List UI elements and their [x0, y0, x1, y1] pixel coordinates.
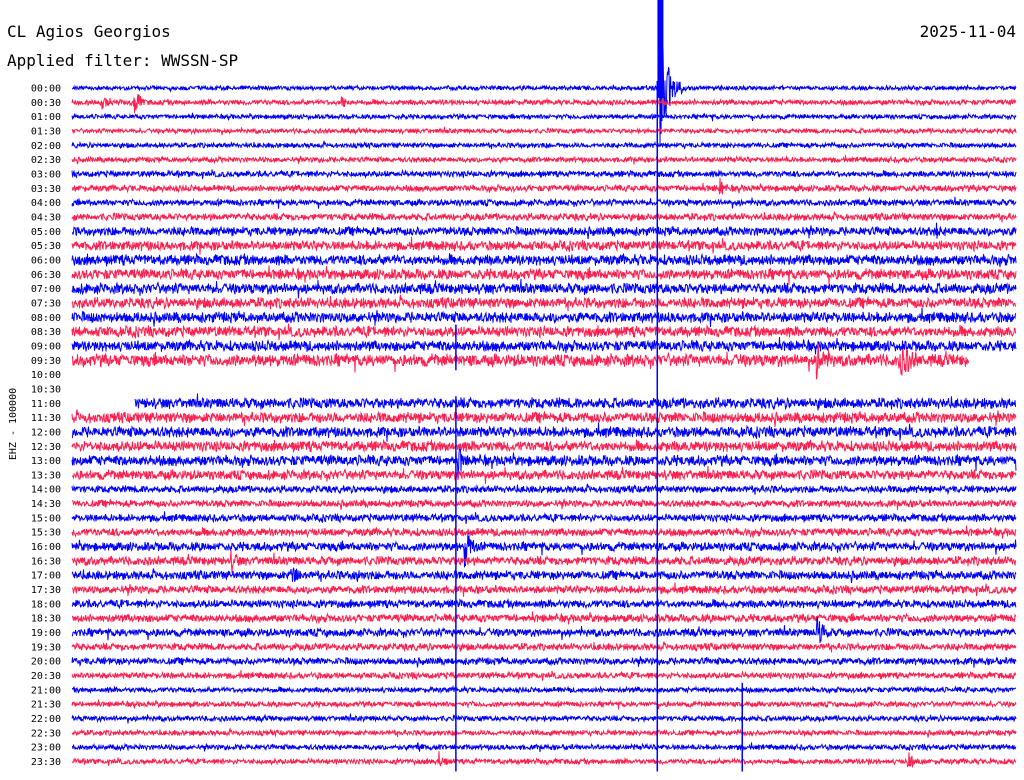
- row-time-label: 13:30: [31, 470, 61, 481]
- row-time-label: 05:30: [31, 241, 61, 252]
- trace-row-0130: [71, 126, 1017, 136]
- event-burst-mark: [657, 0, 664, 98]
- trace-row-0100: [71, 112, 1017, 122]
- trace-row-0830: [71, 323, 1017, 341]
- row-time-label: 23:00: [31, 743, 61, 754]
- helicorder-plot: 00:00 00:30 01:00 01:30 02:00 02:30 03:00 03:30…: [8, 0, 1017, 772]
- trace-row-2030: [71, 669, 1017, 681]
- row-time-label: 06:00: [31, 255, 61, 266]
- row-time-label: 02:00: [31, 141, 61, 152]
- trace-group: [71, 35, 1017, 769]
- row-time-label: 07:30: [31, 298, 61, 309]
- trace-row-0330: [71, 177, 1017, 195]
- trace-row-1530: [71, 525, 1017, 539]
- date-label: 2025-11-04: [919, 22, 1016, 41]
- trace-row-2300: [71, 742, 1017, 753]
- row-time-label: 11:30: [31, 413, 61, 424]
- trace-row-1930: [71, 641, 1017, 653]
- row-time-label: 12:30: [31, 442, 61, 453]
- trace-row-1230: [71, 438, 1017, 453]
- row-time-label: 19:00: [31, 628, 61, 639]
- trace-row-1500: [71, 511, 1017, 524]
- row-time-label: 12:00: [31, 427, 61, 438]
- row-time-label: 17:00: [31, 571, 61, 582]
- row-time-label: 18:00: [31, 599, 61, 610]
- trace-row-1630: [71, 549, 1017, 574]
- trace-row-1430: [71, 498, 1017, 511]
- row-time-label: 09:00: [31, 341, 61, 352]
- row-time-label: 01:00: [31, 112, 61, 123]
- trace-row-0400: [71, 196, 1017, 209]
- row-time-label: 16:30: [31, 556, 61, 567]
- trace-row-0600: [71, 252, 1017, 268]
- row-time-label: 20:30: [31, 671, 61, 682]
- row-time-label: 22:30: [31, 728, 61, 739]
- trace-row-0800: [71, 307, 1017, 328]
- trace-row-0500: [71, 222, 1017, 240]
- trace-row-1330: [71, 465, 1017, 484]
- trace-row-2130: [71, 699, 1017, 710]
- row-label-group: 00:00 00:30 01:00 01:30 02:00 02:30 03:00 03:30…: [31, 84, 61, 769]
- trace-row-0430: [71, 211, 1017, 223]
- row-time-label: 15:30: [31, 528, 61, 539]
- trace-row-1700: [71, 567, 1017, 584]
- row-time-label: 03:00: [31, 169, 61, 180]
- trace-row-0230: [71, 154, 1017, 165]
- row-time-label: 16:00: [31, 542, 61, 553]
- trace-row-2200: [71, 713, 1017, 724]
- row-time-label: 10:30: [31, 384, 61, 395]
- row-time-label: 00:00: [31, 84, 61, 95]
- trace-row-0900: [71, 336, 1017, 355]
- trace-row-1200: [71, 422, 1017, 442]
- trace-row-0730: [71, 294, 1017, 312]
- trace-row-0630: [71, 265, 1017, 285]
- row-time-label: 01:30: [31, 126, 61, 137]
- row-time-label: 04:30: [31, 212, 61, 223]
- trace-row-0300: [71, 168, 1017, 180]
- row-time-label: 13:00: [31, 456, 61, 467]
- row-time-label: 17:30: [31, 585, 61, 596]
- trace-row-2100: [71, 684, 1017, 695]
- trace-row-2000: [71, 655, 1017, 668]
- trace-row-1400: [71, 483, 1017, 496]
- row-time-label: 21:30: [31, 700, 61, 711]
- row-time-label: 23:30: [31, 757, 61, 768]
- row-time-label: 22:00: [31, 714, 61, 725]
- row-time-label: 18:30: [31, 614, 61, 625]
- trace-row-2330: [71, 751, 1017, 769]
- trace-row-1100: [134, 393, 1017, 411]
- row-time-label: 21:00: [31, 685, 61, 696]
- trace-row-0030: [71, 94, 1017, 114]
- row-time-label: 14:30: [31, 499, 61, 510]
- filter-label: Applied filter: WWSSN-SP: [7, 51, 239, 70]
- row-time-label: 04:00: [31, 198, 61, 209]
- row-time-label: 14:00: [31, 485, 61, 496]
- row-time-label: 08:00: [31, 313, 61, 324]
- row-time-label: 00:30: [31, 98, 61, 109]
- trace-row-1830: [71, 611, 1017, 625]
- row-time-label: 05:00: [31, 227, 61, 238]
- trace-row-0200: [71, 139, 1017, 150]
- row-time-label: 10:00: [31, 370, 61, 381]
- trace-row-0530: [71, 236, 1017, 255]
- row-time-label: 07:00: [31, 284, 61, 295]
- row-time-label: 08:30: [31, 327, 61, 338]
- row-time-label: 09:30: [31, 356, 61, 367]
- trace-row-1800: [71, 598, 1017, 611]
- row-time-label: 03:30: [31, 184, 61, 195]
- row-time-label: 19:30: [31, 642, 61, 653]
- station-title: CL Agios Georgios: [7, 22, 171, 41]
- row-time-label: 11:00: [31, 399, 61, 410]
- trace-row-1730: [71, 582, 1017, 597]
- trace-row-1130: [71, 409, 1017, 427]
- row-time-label: 20:00: [31, 657, 61, 668]
- row-time-label: 06:30: [31, 270, 61, 281]
- row-time-label: 15:00: [31, 513, 61, 524]
- trace-row-2230: [71, 727, 1017, 738]
- row-time-label: 02:30: [31, 155, 61, 166]
- channel-axis-label: EHZ - 100000: [8, 388, 19, 460]
- trace-row-0700: [71, 278, 1017, 299]
